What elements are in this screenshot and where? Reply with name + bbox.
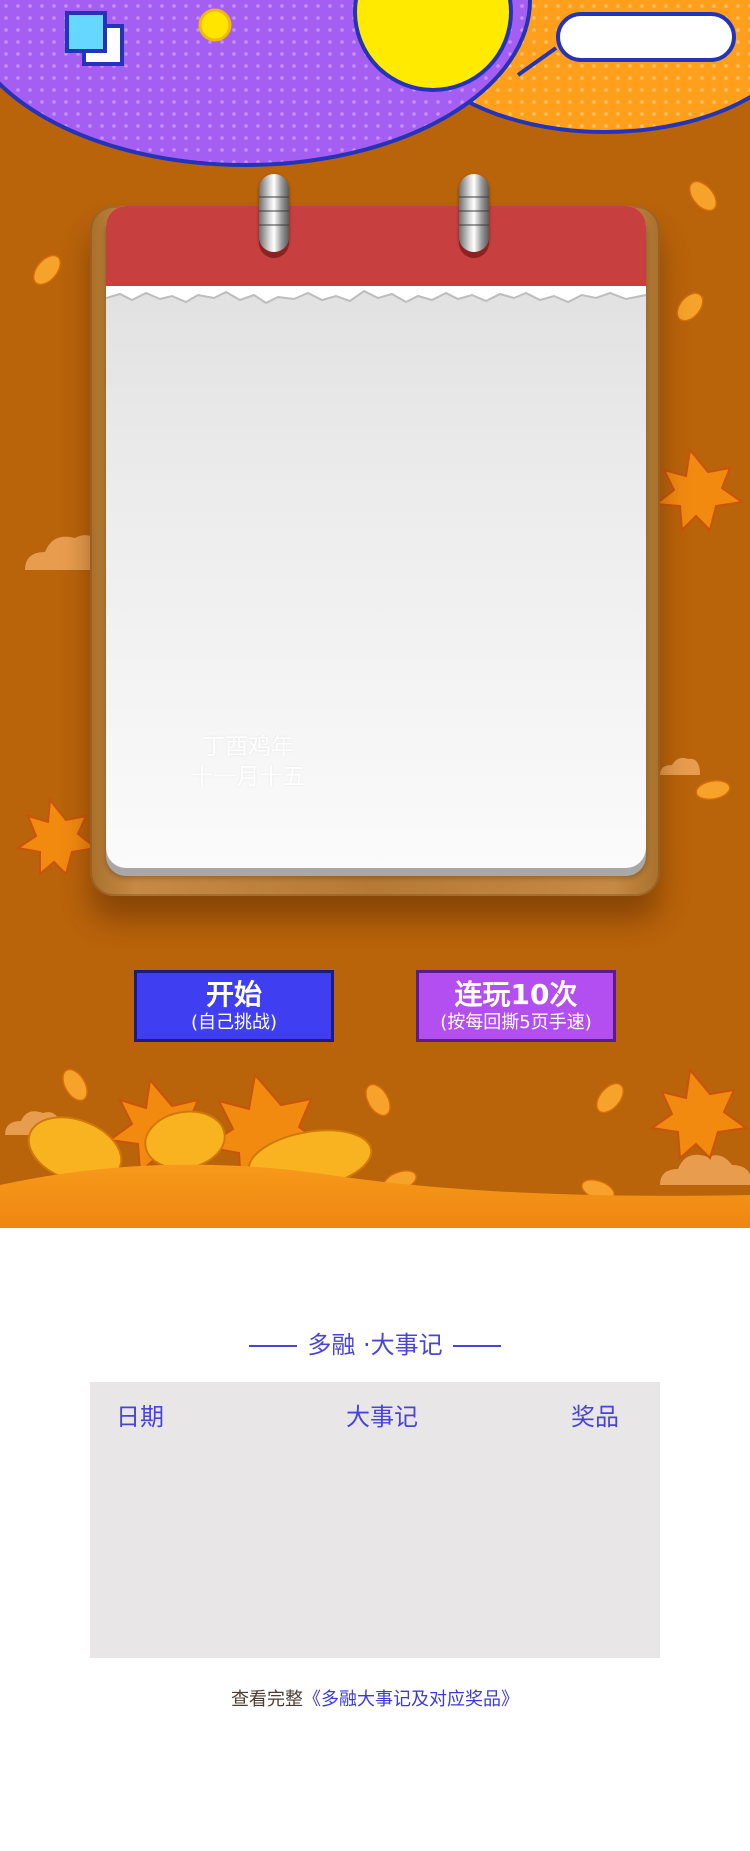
start-button-label: 开始 bbox=[205, 978, 262, 1011]
column-header-prize: 奖品 bbox=[571, 1403, 619, 1431]
torn-edge bbox=[106, 286, 646, 305]
lunar-year: 丁酉鸡年 bbox=[202, 734, 294, 760]
title-rule-right bbox=[452, 1345, 501, 1347]
play-ten-button-sublabel: (按每回撕5页手速) bbox=[440, 1012, 592, 1033]
lunar-day: 十一月十五 bbox=[190, 764, 306, 790]
events-title-text: 多融 ·大事记 bbox=[307, 1331, 443, 1359]
column-header-date: 日期 bbox=[116, 1403, 164, 1431]
play-ten-button-label: 连玩10次 bbox=[454, 978, 578, 1011]
title-rule-left bbox=[249, 1345, 298, 1347]
calendar-header bbox=[106, 206, 646, 286]
binder-ring-left bbox=[259, 174, 289, 252]
play-ten-button[interactable]: 连玩10次 (按每回撕5页手速) bbox=[416, 970, 616, 1042]
game-area: 丁酉鸡年 十一月十五 开始 (自己挑战) 连玩10次 (按每回撕5页手速) bbox=[0, 0, 750, 1228]
squares-icon bbox=[65, 11, 124, 66]
events-title: 多融 ·大事记 bbox=[0, 1330, 750, 1360]
column-header-event: 大事记 bbox=[346, 1403, 418, 1431]
lunar-date: 丁酉鸡年 十一月十五 bbox=[188, 732, 308, 792]
binder-ring-right bbox=[459, 174, 489, 252]
start-button-sublabel: (自己挑战) bbox=[190, 1012, 278, 1033]
calendar-page[interactable] bbox=[106, 206, 646, 868]
calendar-board bbox=[90, 206, 660, 896]
speech-bubble bbox=[556, 12, 736, 62]
full-events-link-row: 查看完整《多融大事记及对应奖品》 bbox=[0, 1688, 750, 1712]
start-button[interactable]: 开始 (自己挑战) bbox=[134, 970, 334, 1042]
events-table: 日期 大事记 奖品 bbox=[90, 1382, 660, 1658]
full-events-link[interactable]: 《多融大事记及对应奖品》 bbox=[303, 1689, 519, 1710]
full-events-prefix: 查看完整 bbox=[231, 1689, 303, 1710]
